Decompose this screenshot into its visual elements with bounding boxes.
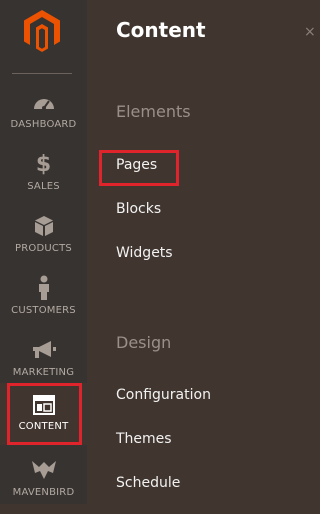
megaphone-icon [0, 337, 87, 363]
person-icon [0, 275, 87, 301]
sidebar-item-sales[interactable]: $ SALES [0, 146, 87, 208]
pages-highlight-box [99, 150, 179, 186]
mavenbird-icon [0, 457, 87, 483]
magento-logo[interactable] [0, 0, 87, 73]
sidebar-item-label: MAVENBIRD [12, 487, 75, 498]
dashboard-icon [0, 89, 87, 115]
sidebar-item-mavenbird[interactable]: MAVENBIRD [0, 452, 87, 514]
content-menu-panel: Content × Elements Pages Blocks Widgets … [87, 0, 316, 504]
sidebar-item-customers[interactable]: CUSTOMERS [0, 270, 87, 332]
content-highlight-box [7, 383, 82, 445]
nav-link-schedule[interactable]: Schedule [116, 475, 180, 491]
sidebar-item-label: MARKETING [12, 367, 75, 378]
box-icon [0, 213, 87, 239]
section-title-design: Design [116, 333, 172, 352]
dollar-icon: $ [35, 151, 52, 177]
sidebar-item-products[interactable]: PRODUCTS [0, 208, 87, 270]
sidebar-item-label: SALES [27, 181, 60, 192]
magento-logo-icon [24, 10, 60, 52]
sidebar-item-label: DASHBOARD [10, 119, 77, 130]
panel-title: Content [116, 18, 206, 42]
nav-link-widgets[interactable]: Widgets [116, 245, 173, 261]
sidebar-item-label: CUSTOMERS [11, 305, 76, 316]
close-icon[interactable]: × [304, 25, 316, 39]
nav-link-blocks[interactable]: Blocks [116, 201, 161, 217]
sidebar-divider [12, 73, 72, 74]
section-title-elements: Elements [116, 102, 191, 121]
admin-sidebar: DASHBOARD $ SALES PRODUCTS CUSTOMERS MAR… [0, 0, 87, 504]
sidebar-item-dashboard[interactable]: DASHBOARD [0, 84, 87, 146]
sidebar-item-label: PRODUCTS [15, 243, 72, 254]
nav-link-themes[interactable]: Themes [116, 431, 172, 447]
nav-link-configuration[interactable]: Configuration [116, 387, 211, 403]
